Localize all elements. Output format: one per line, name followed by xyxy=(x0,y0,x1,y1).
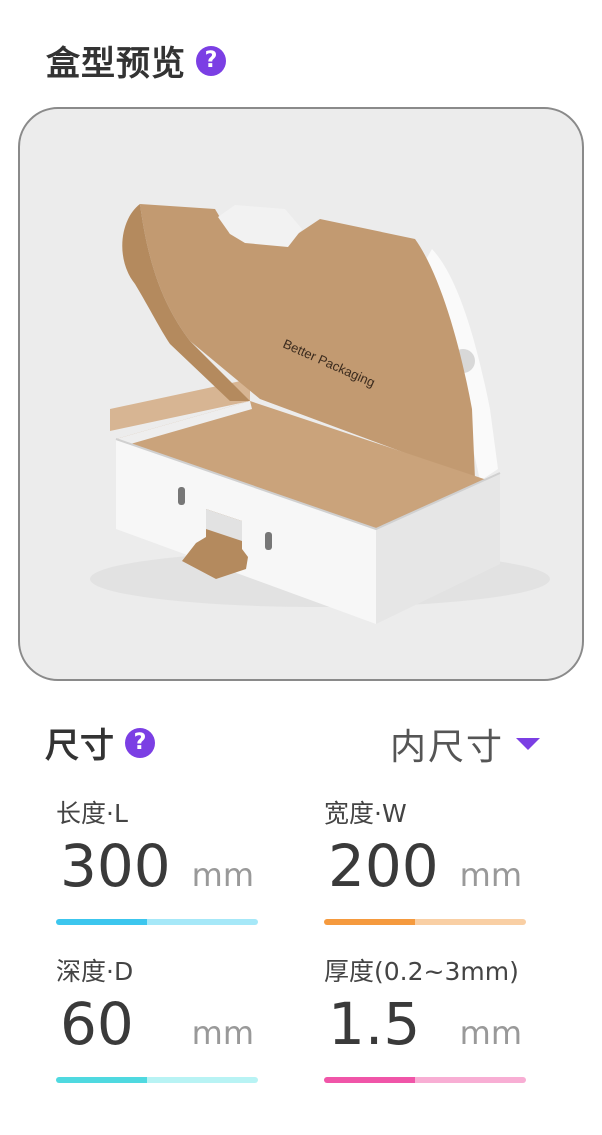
preview-title-text: 盒型预览 xyxy=(46,44,186,84)
depth-underline-rest xyxy=(147,1077,258,1083)
help-icon[interactable]: ? xyxy=(196,45,226,76)
size-section-title: 尺寸 ? xyxy=(45,718,155,767)
depth-underline xyxy=(56,1077,258,1083)
depth-field[interactable]: 深度·D 60 mm xyxy=(56,952,258,1092)
width-underline-rest xyxy=(415,919,526,925)
depth-label: 深度·D xyxy=(56,957,134,986)
thickness-underline-fill xyxy=(324,1077,415,1083)
length-underline xyxy=(56,919,258,925)
thickness-underline xyxy=(324,1077,526,1083)
length-unit: mm xyxy=(191,856,254,894)
size-title-text: 尺寸 xyxy=(45,726,115,766)
box-preview-panel: Better Packaging xyxy=(18,107,584,681)
preview-section-title: 盒型预览 ? xyxy=(46,36,226,85)
width-underline xyxy=(324,919,526,925)
dimension-mode-dropdown[interactable]: 内尺寸 xyxy=(390,718,540,770)
width-field[interactable]: 宽度·W 200 mm xyxy=(324,794,526,934)
depth-unit: mm xyxy=(191,1014,254,1052)
length-label: 长度·L xyxy=(56,799,128,828)
thickness-field[interactable]: 厚度(0.2~3mm) 1.5 mm xyxy=(324,952,526,1092)
dimension-mode-label: 内尺寸 xyxy=(389,727,504,768)
length-field[interactable]: 长度·L 300 mm xyxy=(56,794,258,934)
depth-value[interactable]: 60 xyxy=(60,990,134,1058)
thickness-underline-rest xyxy=(415,1077,526,1083)
box-preview-image: Better Packaging xyxy=(90,204,550,624)
width-underline-fill xyxy=(324,919,415,925)
width-value[interactable]: 200 xyxy=(328,832,439,900)
thickness-label: 厚度(0.2~3mm) xyxy=(324,957,519,986)
length-value[interactable]: 300 xyxy=(60,832,171,900)
thickness-value[interactable]: 1.5 xyxy=(328,990,420,1058)
width-label: 宽度·W xyxy=(324,799,407,828)
length-underline-fill xyxy=(56,919,147,925)
length-underline-rest xyxy=(147,919,258,925)
depth-underline-fill xyxy=(56,1077,147,1083)
width-unit: mm xyxy=(459,856,522,894)
caret-down-icon xyxy=(516,738,540,750)
thickness-unit: mm xyxy=(459,1014,522,1052)
help-icon[interactable]: ? xyxy=(125,727,155,758)
